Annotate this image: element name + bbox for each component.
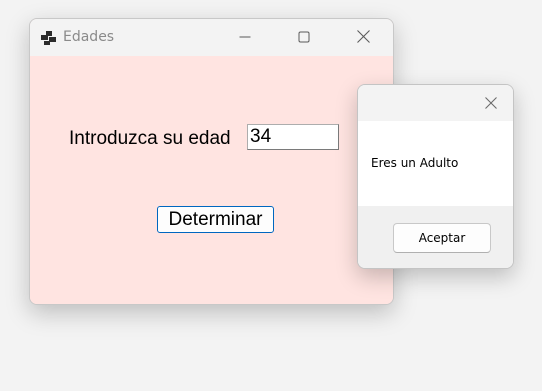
message-text: Eres un Adulto	[371, 156, 459, 170]
determine-button[interactable]: Determinar	[157, 206, 274, 233]
message-box: Eres un Adulto Aceptar	[357, 84, 514, 269]
window-title: Edades	[63, 29, 115, 45]
close-icon	[485, 94, 497, 113]
maximize-button[interactable]	[275, 19, 333, 56]
close-icon	[356, 28, 370, 47]
message-box-title-bar[interactable]	[358, 85, 513, 121]
desktop: Edades Introduzca su edad Determinar	[0, 0, 542, 391]
main-window: Edades Introduzca su edad Determinar	[29, 18, 394, 305]
title-bar[interactable]: Edades	[30, 19, 393, 56]
message-box-body: Eres un Adulto	[358, 121, 513, 206]
minimize-icon	[239, 28, 251, 47]
age-label: Introduzca su edad	[69, 128, 231, 149]
maximize-icon	[298, 28, 310, 47]
age-input[interactable]	[247, 124, 339, 150]
form-area: Introduzca su edad Determinar	[30, 56, 393, 304]
message-box-footer: Aceptar	[358, 206, 513, 268]
accept-button[interactable]: Aceptar	[393, 223, 491, 253]
minimize-button[interactable]	[216, 19, 274, 56]
message-box-close-button[interactable]	[476, 91, 506, 115]
close-button[interactable]	[334, 19, 392, 56]
app-icon	[41, 30, 57, 45]
